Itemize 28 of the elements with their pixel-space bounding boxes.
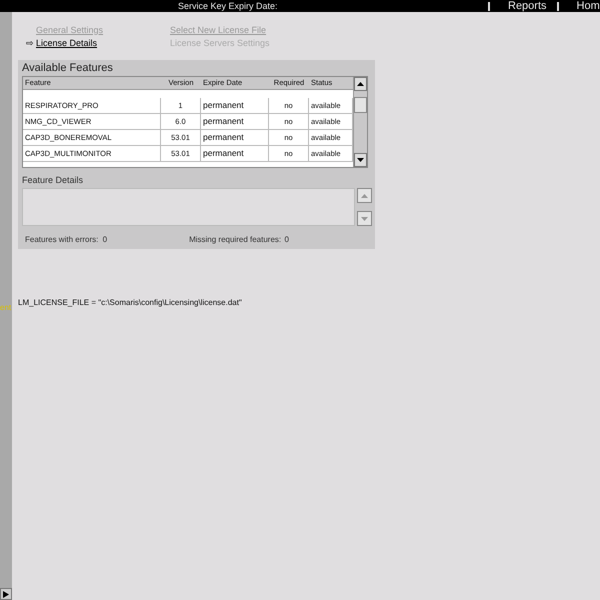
- nav-link[interactable]: Hom: [576, 0, 600, 12]
- errors-count: 0: [102, 235, 108, 244]
- table-cell: permanent: [201, 114, 269, 129]
- table-cell: permanent: [201, 146, 269, 161]
- side-label: ent: [0, 303, 12, 313]
- errors-label: Features with errors:: [25, 235, 100, 244]
- panel-title: Available Features: [22, 62, 114, 76]
- expand-button[interactable]: [0, 588, 12, 600]
- up-arrow-icon: [361, 194, 368, 198]
- down-arrow-icon: [361, 216, 368, 220]
- scroll-up-button[interactable]: [354, 77, 367, 91]
- nav-link[interactable]: Reports: [508, 0, 547, 12]
- down-arrow-icon: [357, 158, 364, 162]
- scroll-bar[interactable]: [353, 77, 367, 167]
- table-cell: permanent: [201, 130, 269, 145]
- expiry-label: Service Key Expiry Date:: [178, 1, 279, 11]
- arrow-icon: ⇨: [26, 38, 36, 48]
- settings-link[interactable]: License Details: [36, 38, 98, 48]
- details-field[interactable]: [22, 188, 355, 226]
- scroll-down-button[interactable]: [354, 153, 367, 167]
- license-path-text: LM_LICENSE_FILE = "c:\Somaris\config\Licensing\license.dat": [18, 298, 243, 307]
- table-cell: permanent: [201, 98, 269, 113]
- missing-count: 0: [284, 235, 290, 244]
- scroll-thumb[interactable]: [354, 97, 367, 113]
- up-arrow-icon: [357, 82, 364, 86]
- play-icon: [3, 590, 9, 598]
- details-label: Feature Details: [22, 174, 84, 187]
- missing-label: Missing required features:: [189, 235, 282, 244]
